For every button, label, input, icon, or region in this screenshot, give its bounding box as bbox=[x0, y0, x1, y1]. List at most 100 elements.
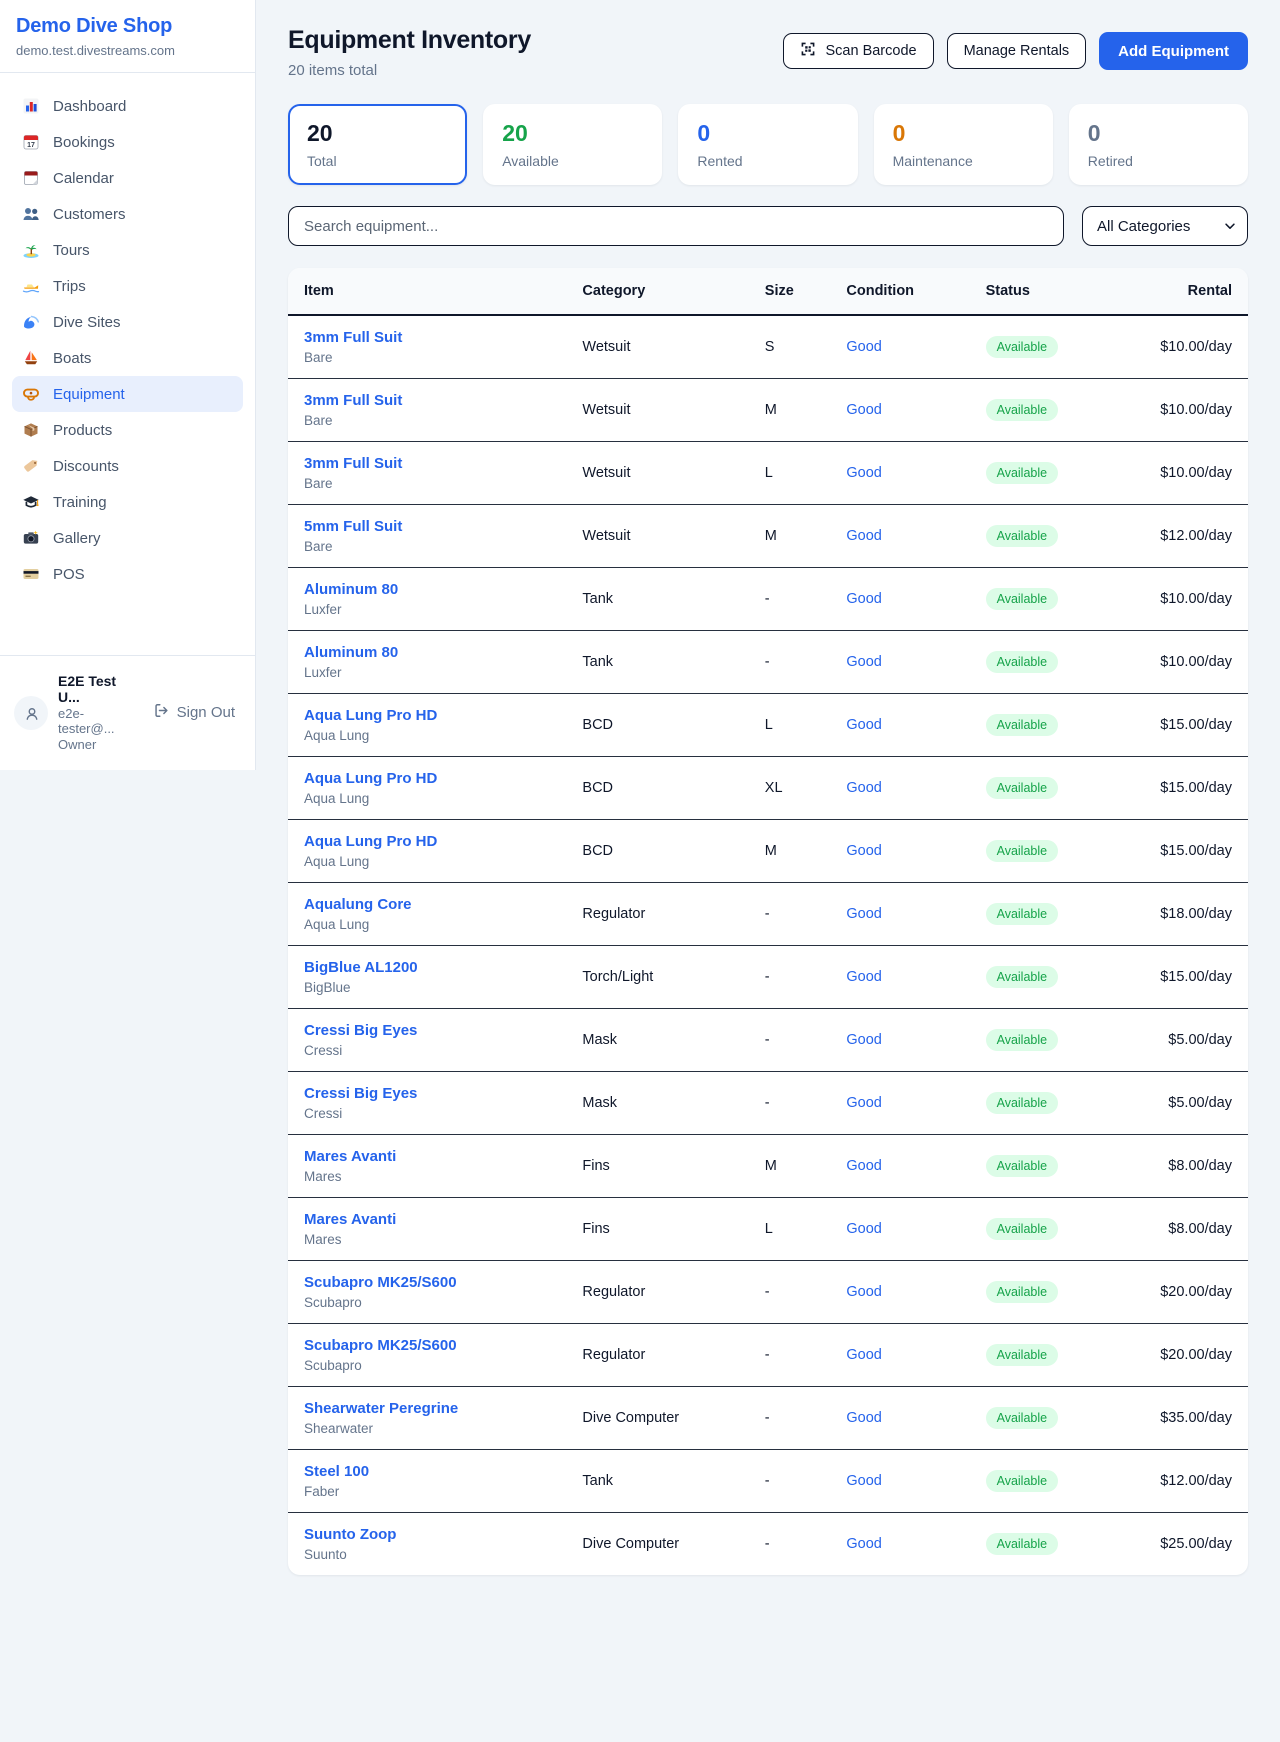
item-name-link[interactable]: Aqua Lung Pro HD bbox=[304, 770, 550, 787]
size-cell: - bbox=[749, 1324, 831, 1387]
add-equipment-button[interactable]: Add Equipment bbox=[1099, 32, 1248, 70]
size-cell: L bbox=[749, 442, 831, 505]
item-name-link[interactable]: Steel 100 bbox=[304, 1463, 550, 1480]
item-name-link[interactable]: Scubapro MK25/S600 bbox=[304, 1337, 550, 1354]
item-name-link[interactable]: Scubapro MK25/S600 bbox=[304, 1274, 550, 1291]
size-cell: M bbox=[749, 505, 831, 568]
category-cell: Wetsuit bbox=[566, 505, 748, 568]
stat-card-total[interactable]: 20Total bbox=[288, 104, 467, 185]
item-name-link[interactable]: Suunto Zoop bbox=[304, 1526, 550, 1543]
item-name-link[interactable]: 3mm Full Suit bbox=[304, 392, 550, 409]
column-header-rental: Rental bbox=[1109, 268, 1248, 315]
size-cell: - bbox=[749, 1261, 831, 1324]
condition-link[interactable]: Good bbox=[846, 654, 881, 670]
item-name-link[interactable]: Cressi Big Eyes bbox=[304, 1085, 550, 1102]
condition-link[interactable]: Good bbox=[846, 1410, 881, 1426]
category-cell: BCD bbox=[566, 757, 748, 820]
sidebar-item-boats[interactable]: Boats bbox=[12, 340, 243, 376]
item-name-link[interactable]: Aluminum 80 bbox=[304, 644, 550, 661]
condition-link[interactable]: Good bbox=[846, 1284, 881, 1300]
sidebar-item-customers[interactable]: Customers bbox=[12, 196, 243, 232]
sidebar-item-calendar[interactable]: Calendar bbox=[12, 160, 243, 196]
condition-link[interactable]: Good bbox=[846, 465, 881, 481]
item-name-link[interactable]: 3mm Full Suit bbox=[304, 455, 550, 472]
item-name-link[interactable]: Mares Avanti bbox=[304, 1148, 550, 1165]
category-cell: Mask bbox=[566, 1009, 748, 1072]
item-name-link[interactable]: 3mm Full Suit bbox=[304, 329, 550, 346]
status-badge: Available bbox=[986, 651, 1059, 673]
calendar-icon bbox=[22, 169, 40, 187]
stat-card-rented[interactable]: 0Rented bbox=[678, 104, 857, 185]
condition-link[interactable]: Good bbox=[846, 1158, 881, 1174]
status-badge: Available bbox=[986, 903, 1059, 925]
item-name-link[interactable]: Aqua Lung Pro HD bbox=[304, 833, 550, 850]
sidebar-item-gallery[interactable]: Gallery bbox=[12, 520, 243, 556]
sidebar-item-label: Dive Sites bbox=[53, 314, 121, 331]
user-name: E2E Test U... bbox=[58, 673, 137, 705]
item-name-link[interactable]: Mares Avanti bbox=[304, 1211, 550, 1228]
manage-rentals-button[interactable]: Manage Rentals bbox=[947, 33, 1087, 69]
search-input[interactable] bbox=[288, 206, 1064, 246]
stat-card-retired[interactable]: 0Retired bbox=[1069, 104, 1248, 185]
condition-link[interactable]: Good bbox=[846, 1032, 881, 1048]
sidebar-item-pos[interactable]: POS bbox=[12, 556, 243, 592]
item-name-link[interactable]: Aqualung Core bbox=[304, 896, 550, 913]
status-badge: Available bbox=[986, 1533, 1059, 1555]
condition-link[interactable]: Good bbox=[846, 402, 881, 418]
category-select[interactable]: All Categories bbox=[1082, 206, 1248, 246]
sidebar-item-label: Trips bbox=[53, 278, 86, 295]
item-name-link[interactable]: Aqua Lung Pro HD bbox=[304, 707, 550, 724]
item-brand: Luxfer bbox=[304, 602, 550, 617]
status-badge: Available bbox=[986, 336, 1059, 358]
scan-barcode-button[interactable]: Scan Barcode bbox=[783, 33, 933, 69]
stat-card-available[interactable]: 20Available bbox=[483, 104, 662, 185]
condition-link[interactable]: Good bbox=[846, 906, 881, 922]
condition-link[interactable]: Good bbox=[846, 843, 881, 859]
page-title: Equipment Inventory bbox=[288, 26, 531, 55]
condition-link[interactable]: Good bbox=[846, 780, 881, 796]
condition-link[interactable]: Good bbox=[846, 1095, 881, 1111]
condition-link[interactable]: Good bbox=[846, 969, 881, 985]
item-name-link[interactable]: Aluminum 80 bbox=[304, 581, 550, 598]
condition-link[interactable]: Good bbox=[846, 717, 881, 733]
condition-link[interactable]: Good bbox=[846, 1473, 881, 1489]
sidebar-item-trips[interactable]: Trips bbox=[12, 268, 243, 304]
condition-link[interactable]: Good bbox=[846, 1536, 881, 1552]
item-name-link[interactable]: BigBlue AL1200 bbox=[304, 959, 550, 976]
sidebar-item-products[interactable]: Products bbox=[12, 412, 243, 448]
status-badge: Available bbox=[986, 714, 1059, 736]
size-cell: - bbox=[749, 1513, 831, 1576]
brand-name[interactable]: Demo Dive Shop bbox=[16, 15, 239, 38]
table-row: Suunto ZoopSuuntoDive Computer-GoodAvail… bbox=[288, 1513, 1248, 1576]
item-brand: Aqua Lung bbox=[304, 728, 550, 743]
stat-card-maintenance[interactable]: 0Maintenance bbox=[874, 104, 1053, 185]
sidebar-item-equipment[interactable]: Equipment bbox=[12, 376, 243, 412]
condition-link[interactable]: Good bbox=[846, 1221, 881, 1237]
sidebar-item-bookings[interactable]: 17Bookings bbox=[12, 124, 243, 160]
rental-rate-cell: $15.00/day bbox=[1109, 820, 1248, 883]
sidebar-item-discounts[interactable]: Discounts bbox=[12, 448, 243, 484]
sidebar-item-dashboard[interactable]: Dashboard bbox=[12, 88, 243, 124]
condition-link[interactable]: Good bbox=[846, 339, 881, 355]
item-name-link[interactable]: Cressi Big Eyes bbox=[304, 1022, 550, 1039]
sidebar-item-dive-sites[interactable]: Dive Sites bbox=[12, 304, 243, 340]
status-badge: Available bbox=[986, 1344, 1059, 1366]
item-brand: Scubapro bbox=[304, 1295, 550, 1310]
table-row: Aqua Lung Pro HDAqua LungBCDXLGoodAvaila… bbox=[288, 757, 1248, 820]
sidebar: Demo Dive Shop demo.test.divestreams.com… bbox=[0, 0, 256, 770]
item-name-link[interactable]: Shearwater Peregrine bbox=[304, 1400, 550, 1417]
sidebar-item-training[interactable]: Training bbox=[12, 484, 243, 520]
condition-link[interactable]: Good bbox=[846, 1347, 881, 1363]
item-name-link[interactable]: 5mm Full Suit bbox=[304, 518, 550, 535]
user-role: Owner bbox=[58, 737, 137, 752]
sidebar-item-label: Gallery bbox=[53, 530, 101, 547]
sidebar-item-tours[interactable]: Tours bbox=[12, 232, 243, 268]
rental-rate-cell: $10.00/day bbox=[1109, 315, 1248, 379]
stat-value: 20 bbox=[307, 120, 448, 147]
sign-out-button[interactable]: Sign Out bbox=[147, 701, 241, 724]
status-badge: Available bbox=[986, 525, 1059, 547]
brand-domain: demo.test.divestreams.com bbox=[16, 43, 239, 58]
condition-link[interactable]: Good bbox=[846, 591, 881, 607]
condition-link[interactable]: Good bbox=[846, 528, 881, 544]
sidebar-item-label: Dashboard bbox=[53, 98, 126, 115]
